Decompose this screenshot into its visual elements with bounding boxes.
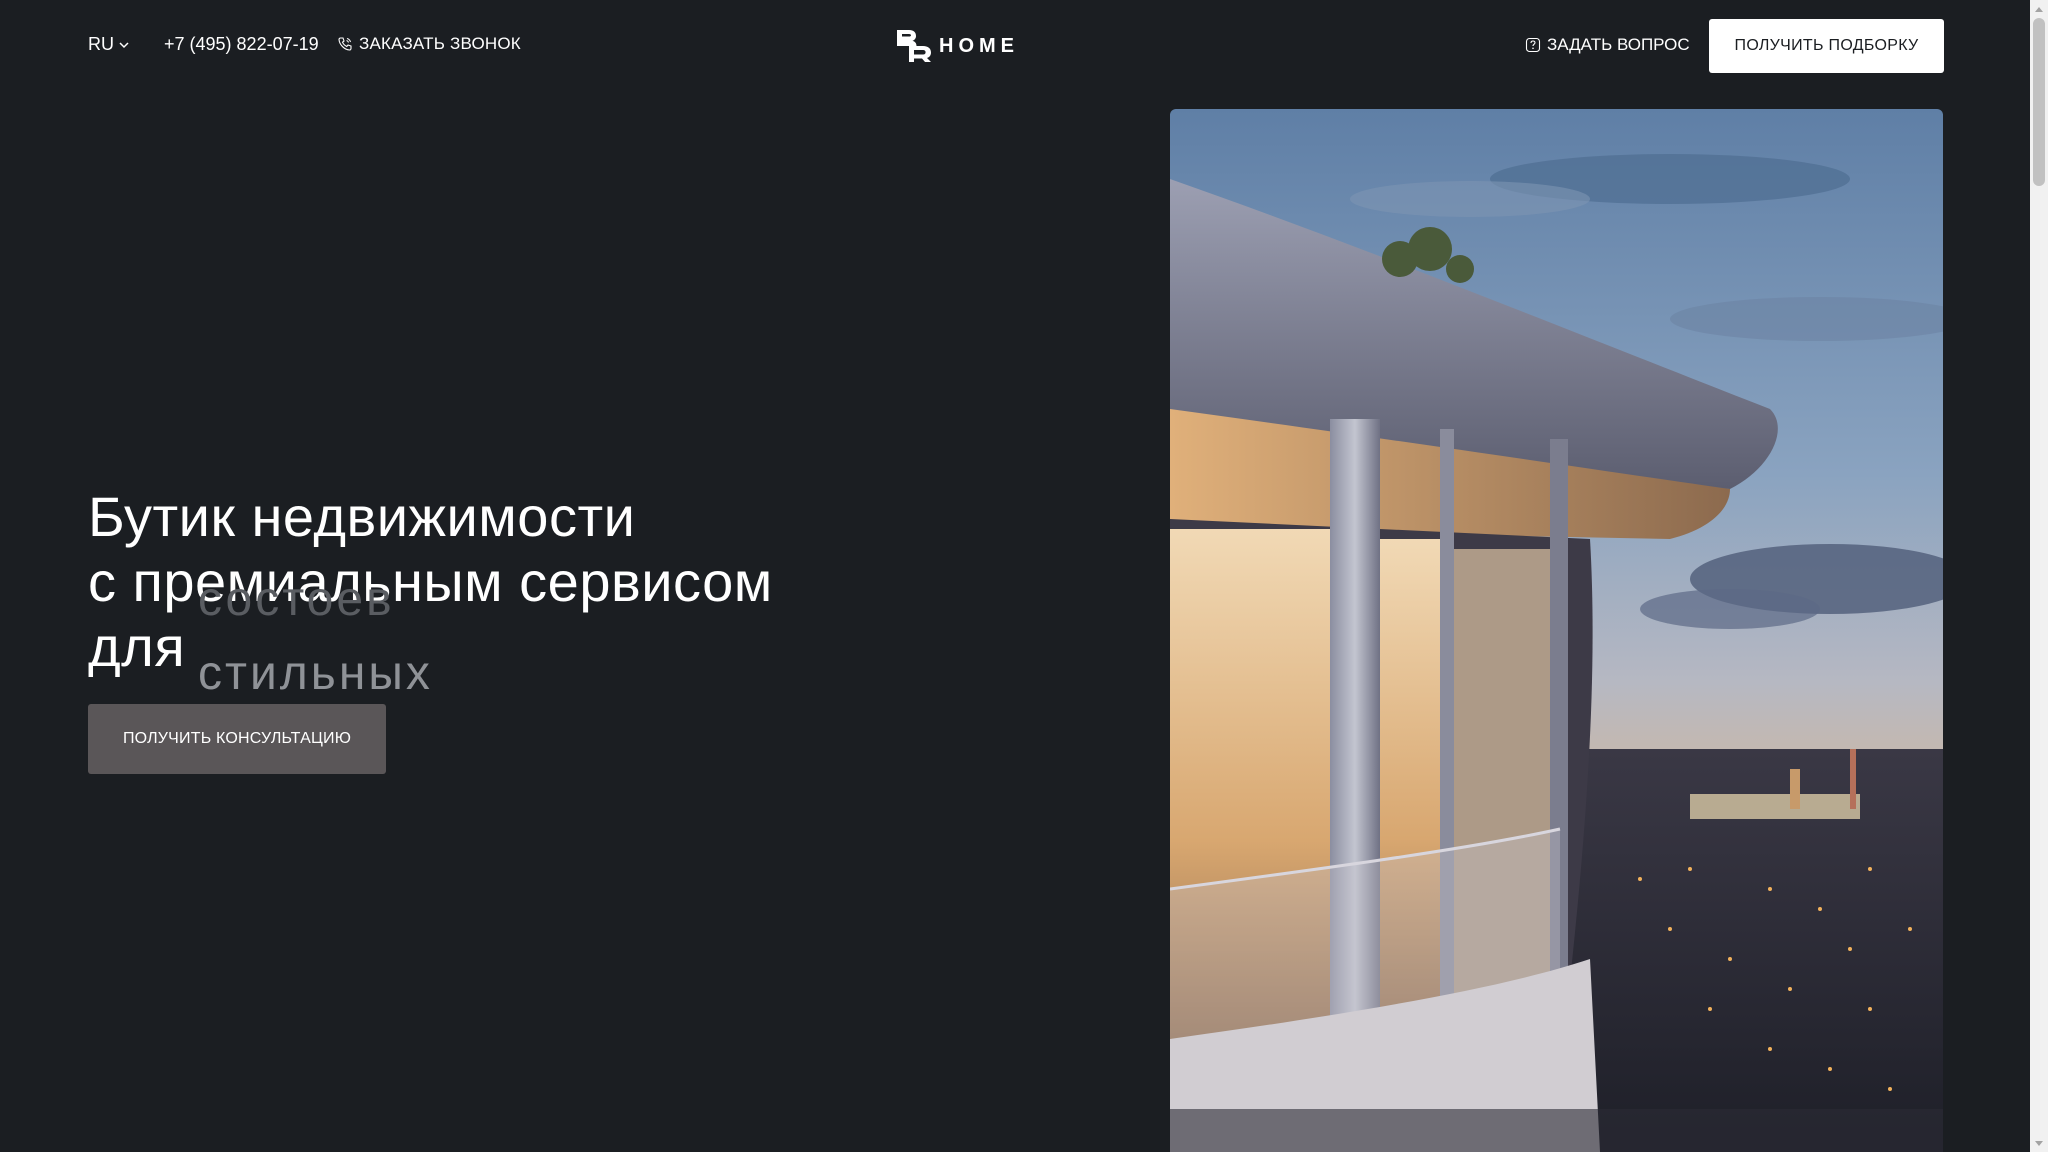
callback-button[interactable]: ЗАКАЗАТЬ ЗВОНОК (337, 34, 521, 54)
rotating-word-current: стильных (198, 647, 433, 694)
site-header: RU +7 (495) 822-07-19 ЗАКАЗАТЬ ЗВОНОК HO… (0, 0, 2030, 94)
scrollbar-thumb[interactable] (2033, 18, 2045, 186)
language-label: RU (88, 34, 114, 54)
hero-title-line-1: Бутик недвижимости (88, 485, 636, 548)
page: RU +7 (495) 822-07-19 ЗАКАЗАТЬ ЗВОНОК HO… (0, 0, 2048, 1152)
hero-image (1170, 109, 1943, 1152)
scroll-up-arrow-icon[interactable] (2030, 0, 2048, 17)
br-logo-icon (897, 30, 931, 62)
page-scrollbar[interactable] (2030, 0, 2048, 1152)
rotating-word: состоев стильных (198, 584, 598, 694)
chevron-down-icon (119, 41, 129, 48)
ask-question-button[interactable]: ЗАДАТЬ ВОПРОС (1525, 35, 1690, 55)
building-balcony-photo (1170, 109, 1943, 1152)
get-selection-button[interactable]: ПОЛУЧИТЬ ПОДБОРКУ (1709, 19, 1944, 73)
ask-label: ЗАДАТЬ ВОПРОС (1547, 35, 1690, 54)
rotating-word-previous: состоев (198, 584, 395, 626)
language-selector[interactable]: RU (88, 34, 131, 55)
logo-text: HOME (939, 34, 1019, 57)
get-consultation-button[interactable]: ПОЛУЧИТЬ КОНСУЛЬТАЦИЮ (88, 704, 386, 774)
scroll-down-arrow-icon[interactable] (2030, 1135, 2048, 1152)
site-logo[interactable]: HOME (895, 28, 1019, 64)
phone-link[interactable]: +7 (495) 822-07-19 (164, 34, 319, 55)
question-icon (1525, 37, 1541, 53)
callback-label: ЗАКАЗАТЬ ЗВОНОК (359, 34, 521, 53)
phone-icon (338, 37, 352, 51)
